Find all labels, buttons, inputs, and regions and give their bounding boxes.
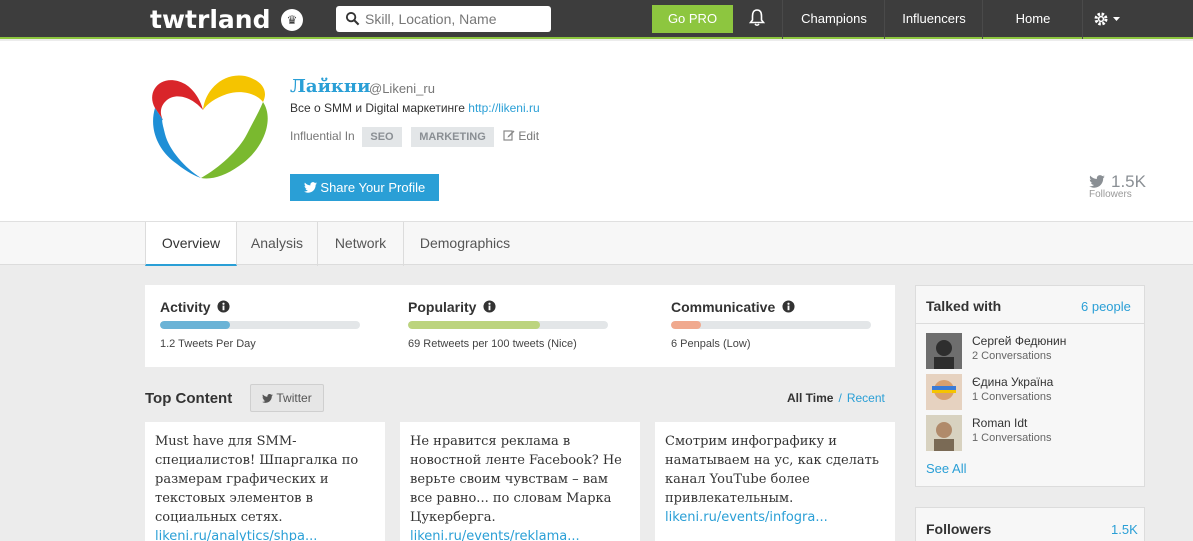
followers-panel: Followers 1.5K: [915, 507, 1145, 541]
twitter-filter-button[interactable]: Twitter: [250, 384, 324, 412]
person-conversations: 1 Conversations: [972, 432, 1052, 444]
profile-bio: Все о SMM и Digital маркетинге http://li…: [290, 101, 540, 115]
person-conversations: 1 Conversations: [972, 391, 1052, 403]
avatar[interactable]: [926, 374, 962, 410]
search-box[interactable]: [336, 6, 551, 32]
person-conversations: 2 Conversations: [972, 350, 1052, 362]
share-profile-button[interactable]: Share Your Profile: [290, 174, 439, 201]
info-icon[interactable]: [217, 300, 231, 313]
talked-with-title: Talked with: [926, 298, 1002, 314]
all-time-link[interactable]: All Time: [787, 391, 833, 405]
profile-name[interactable]: Лайкни: [290, 76, 370, 97]
avatar[interactable]: [926, 333, 962, 369]
top-navbar: twtrland ♛ Go PRO Champions Influencers …: [0, 0, 1193, 39]
see-all-link[interactable]: See All: [926, 461, 966, 476]
influential-label: Influential In: [290, 129, 355, 143]
stat-popularity-title: Popularity: [408, 299, 496, 315]
card-text: Смотрим инфографику и наматываем на ус, …: [665, 434, 879, 506]
edit-tags-button[interactable]: Edit: [503, 129, 539, 143]
profile-avatar-logo: [152, 75, 268, 179]
stat-activity-title: Activity: [160, 299, 231, 315]
content-card[interactable]: Must have для SMM-специалистов! Шпаргалк…: [145, 422, 385, 541]
content-card[interactable]: Не нравится реклама в новостной ленте Fa…: [400, 422, 640, 541]
nav-divider: [884, 0, 885, 39]
logo-crown-icon[interactable]: ♛: [281, 9, 303, 31]
card-link[interactable]: likeni.ru/events/reklama...: [410, 527, 630, 541]
card-link[interactable]: likeni.ru/events/infogra...: [665, 508, 885, 527]
person-name[interactable]: Єдина Україна: [972, 375, 1053, 389]
talked-with-panel: Talked with 6 people Сергей Федюнин 2 Co…: [915, 285, 1145, 487]
content-card[interactable]: Смотрим инфографику и наматываем на ус, …: [655, 422, 895, 541]
share-label: Share Your Profile: [320, 180, 426, 195]
search-input[interactable]: [365, 9, 545, 29]
tab-network[interactable]: Network: [318, 222, 404, 266]
tab-demographics[interactable]: Demographics: [404, 222, 526, 266]
nav-divider: [982, 0, 983, 39]
tag-seo[interactable]: SEO: [362, 127, 402, 147]
stat-activity-sub: 1.2 Tweets Per Day: [160, 338, 256, 350]
popularity-bar: [408, 321, 608, 329]
card-text: Не нравится реклама в новостной ленте Fa…: [410, 434, 622, 525]
profile-handle: @Likeni_ru: [369, 81, 435, 96]
communicative-bar: [671, 321, 871, 329]
search-icon: [345, 11, 360, 26]
stat-communicative-title: Communicative: [671, 299, 795, 315]
nav-influencers[interactable]: Influencers: [886, 0, 982, 39]
bell-icon[interactable]: [749, 9, 765, 27]
twitter-bird-icon: [262, 394, 274, 403]
card-link[interactable]: likeni.ru/analytics/shpa...: [155, 527, 375, 541]
activity-bar: [160, 321, 360, 329]
info-icon[interactable]: [782, 300, 795, 313]
logo-text[interactable]: twtrland: [150, 5, 270, 34]
twitter-bird-icon: [1089, 175, 1105, 188]
followers-panel-title: Followers: [926, 521, 992, 537]
tag-marketing[interactable]: MARKETING: [411, 127, 494, 147]
tab-overview[interactable]: Overview: [145, 222, 237, 266]
bio-link[interactable]: http://likeni.ru: [468, 101, 539, 115]
talked-person[interactable]: Сергей Федюнин 2 Conversations: [926, 333, 1141, 370]
nav-divider: [782, 0, 783, 39]
avatar[interactable]: [926, 415, 962, 451]
profile-tabs: Overview Analysis Network Demographics: [0, 221, 1193, 266]
settings-gear-icon[interactable]: [1093, 10, 1123, 28]
nav-champions[interactable]: Champions: [784, 0, 884, 39]
talked-person[interactable]: Єдина Україна 1 Conversations: [926, 374, 1141, 411]
twitter-bird-icon: [303, 182, 317, 193]
person-name[interactable]: Roman Idt: [972, 416, 1027, 430]
followers-label: Followers: [1089, 189, 1132, 200]
stat-popularity-sub: 69 Retweets per 100 tweets (Nice): [408, 338, 577, 350]
time-separator: /: [838, 391, 842, 405]
edit-pencil-icon: [503, 130, 515, 141]
bio-text: Все о SMM и Digital маркетинге: [290, 101, 465, 115]
recent-link[interactable]: Recent: [847, 391, 885, 405]
tab-analysis[interactable]: Analysis: [237, 222, 318, 266]
go-pro-button[interactable]: Go PRO: [652, 5, 733, 33]
top-content-title: Top Content: [145, 390, 233, 407]
edit-label: Edit: [518, 129, 540, 143]
time-filter: All Time / Recent: [787, 391, 885, 405]
twitter-filter-label: Twitter: [276, 391, 312, 405]
talked-with-header: Talked with 6 people: [916, 286, 1144, 324]
talked-person[interactable]: Roman Idt 1 Conversations: [926, 415, 1141, 452]
followers-panel-count[interactable]: 1.5K: [1111, 522, 1138, 537]
card-text: Must have для SMM-специалистов! Шпаргалк…: [155, 434, 359, 525]
nav-divider: [1082, 0, 1083, 39]
stats-panel: Activity 1.2 Tweets Per Day Popularity 6…: [145, 285, 895, 367]
info-icon[interactable]: [483, 300, 496, 313]
talked-with-count[interactable]: 6 people: [1081, 299, 1131, 314]
person-name[interactable]: Сергей Федюнин: [972, 334, 1066, 348]
stat-communicative-sub: 6 Penpals (Low): [671, 338, 751, 350]
nav-home[interactable]: Home: [984, 0, 1082, 39]
